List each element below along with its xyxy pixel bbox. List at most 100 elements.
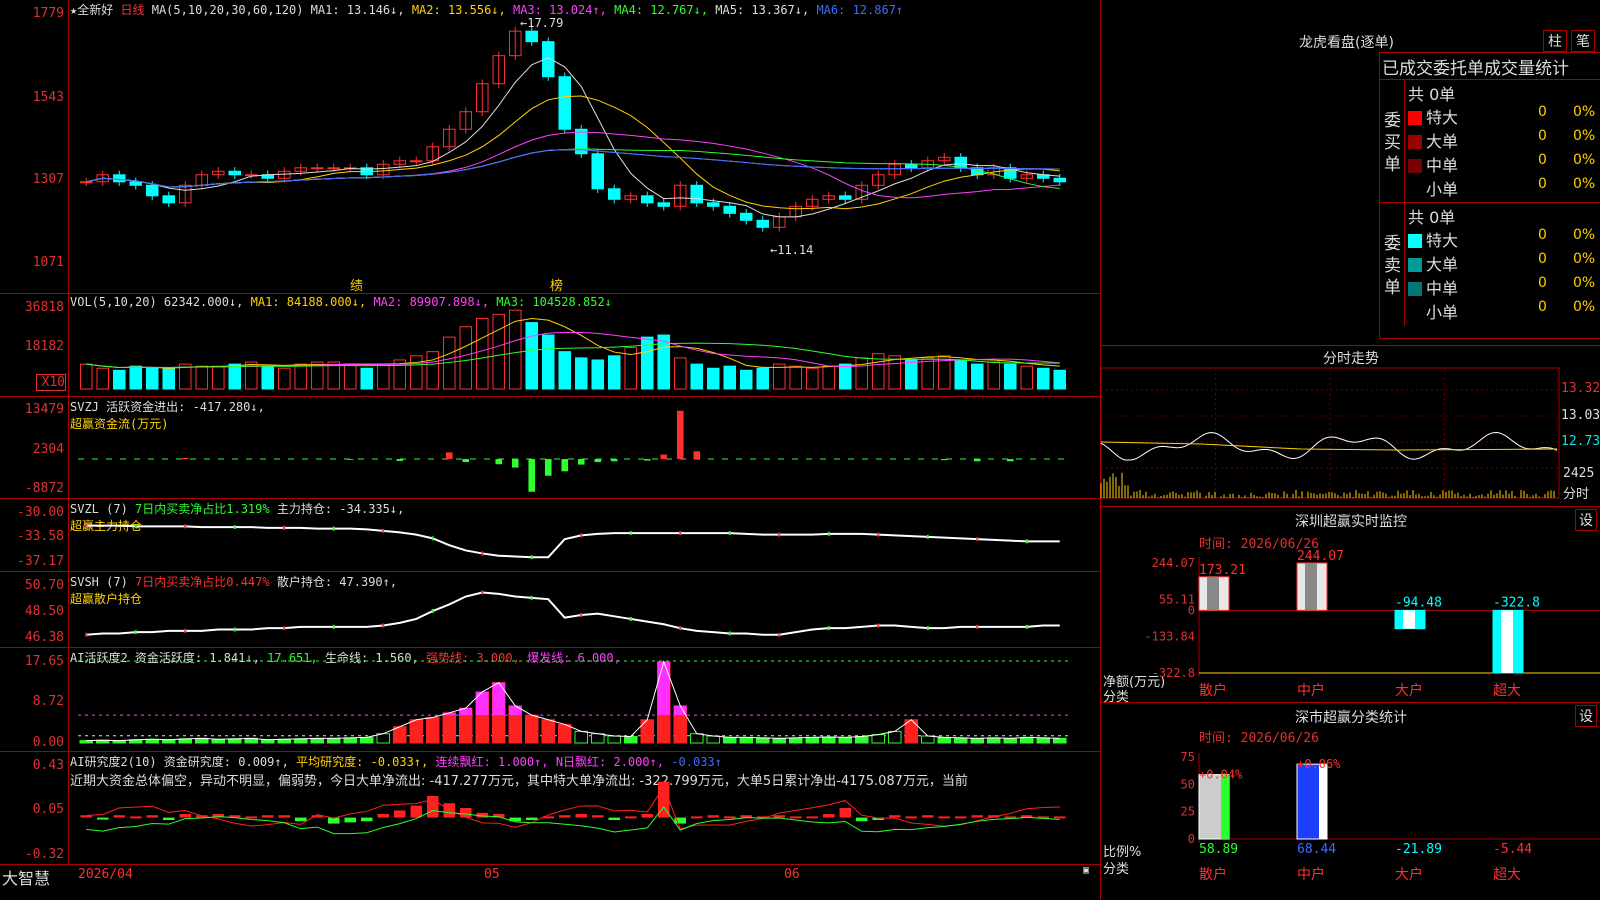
fund-flow-bar	[974, 459, 981, 461]
monitor-bar-inner	[1501, 610, 1513, 673]
volume-bar	[790, 366, 802, 389]
research-bar	[823, 814, 835, 818]
candle-body	[526, 31, 538, 42]
volume-bar	[1054, 370, 1066, 389]
research-bar	[691, 816, 703, 818]
candle-body	[163, 196, 175, 203]
research-bar	[559, 815, 571, 817]
activity-bar	[641, 720, 654, 743]
activity-bar	[740, 737, 753, 743]
fund-flow-bar	[941, 459, 948, 460]
dragon-title: 龙虎看盘(逐单)	[1299, 32, 1394, 52]
research-bar	[1054, 816, 1066, 818]
volume-bar	[1004, 364, 1016, 389]
candle-body	[146, 185, 158, 196]
activity-bar	[1037, 738, 1050, 743]
volume-bar	[674, 358, 686, 389]
research-bar	[278, 815, 290, 817]
order-stats-box: 已成交委托单成交量统计 委买单 共 0单 特大 0 0% 大单 0 0% 中单 0 0% 小单 0 0…	[1379, 52, 1600, 339]
order-count: 0	[1538, 251, 1547, 267]
classify-top-label: +0.04%	[1199, 768, 1243, 782]
research-bar	[839, 808, 851, 818]
activity-bar	[822, 737, 835, 743]
order-row: 小单 0 0%	[1408, 176, 1600, 198]
activity-bar	[954, 738, 967, 743]
candle-body	[229, 171, 241, 175]
order-count: 0	[1538, 176, 1547, 192]
order-pct: 0%	[1573, 128, 1595, 144]
order-pct: 0%	[1573, 176, 1595, 192]
volume-bar	[575, 358, 587, 389]
activity-burst-bar	[476, 692, 489, 715]
order-pct: 0%	[1573, 227, 1595, 243]
volume-panel: 36818 18182 X10 VOL(5,10,20) 62342.000↓,…	[0, 294, 1100, 397]
order-type: 大单	[1426, 255, 1458, 274]
volume-ma-line	[86, 332, 1060, 367]
activity-bar	[971, 738, 984, 743]
classify-bar-accent	[1319, 764, 1327, 839]
volume-bar	[97, 368, 109, 389]
activity-bar	[1020, 737, 1033, 743]
activity-bar	[624, 736, 637, 743]
research-bar	[856, 818, 868, 822]
order-type: 大单	[1426, 132, 1458, 151]
kline-chart	[0, 0, 1100, 293]
volume-bar	[229, 364, 241, 389]
activity-burst-bar	[492, 683, 505, 716]
fund-flow-bar	[611, 459, 618, 461]
candle-body	[113, 175, 125, 182]
order-row: 中单 0 0%	[1408, 275, 1600, 297]
monitor-tick: -133.84	[1144, 629, 1195, 643]
volume-bar	[542, 335, 554, 389]
monitor-category: 超大	[1493, 683, 1521, 699]
candle-body	[905, 164, 917, 168]
volume-bar	[410, 356, 422, 389]
activity-bar	[294, 739, 307, 743]
research-bar	[460, 808, 472, 818]
research-bar	[608, 818, 620, 820]
fund-flow-bar	[693, 451, 700, 459]
order-stats-title: 已成交委托单成交量统计	[1382, 54, 1569, 79]
volume-bar	[526, 323, 538, 389]
order-type: 小单	[1426, 303, 1458, 322]
research-bar	[724, 816, 736, 818]
lock-icon[interactable]: ▣	[1083, 865, 1089, 876]
svsh-chart	[0, 572, 1100, 647]
color-swatch	[1408, 306, 1422, 320]
order-type: 特大	[1426, 231, 1458, 250]
order-count: 0	[1538, 227, 1547, 243]
monitor-bar-inner	[1305, 563, 1317, 610]
order-pct: 0%	[1573, 152, 1595, 168]
activity-bar	[690, 734, 703, 743]
order-pct: 0%	[1573, 275, 1595, 291]
fund-flow-bar	[396, 459, 403, 461]
sell-total: 共 0单	[1408, 204, 1455, 228]
research-bar	[592, 815, 604, 817]
activity-bar	[707, 736, 720, 743]
color-swatch	[1408, 135, 1422, 149]
research-bar	[410, 806, 422, 818]
activity-bar	[393, 727, 406, 743]
classify-bottom-label: -5.44	[1493, 842, 1532, 857]
bar-mode-button[interactable]: 柱	[1543, 30, 1567, 52]
activity-bar	[888, 731, 901, 743]
classify-category: 中户	[1297, 866, 1325, 883]
order-row: 特大 0 0%	[1408, 227, 1600, 249]
fund-flow-bar	[1007, 459, 1014, 461]
ai-research-panel: 0.43 0.05 -0.32 AI研究度2(10) 资金研究度: 0.009↑…	[0, 752, 1100, 865]
research-bar	[526, 818, 538, 820]
tick-mode-button[interactable]: 笔	[1571, 30, 1595, 52]
volume-bar	[1037, 368, 1049, 389]
volume-bar	[113, 370, 125, 389]
monitor-bar-inner	[1207, 577, 1219, 611]
volume-bar	[740, 370, 752, 389]
color-swatch	[1408, 183, 1422, 197]
order-pct: 0%	[1573, 251, 1595, 267]
color-swatch	[1408, 111, 1422, 125]
intra-tick: 13.03	[1561, 408, 1600, 423]
volume-bar	[146, 368, 158, 389]
activity-bar	[921, 736, 934, 743]
fund-flow-bar	[578, 459, 585, 465]
intraday-panel: 分时走势 13.32 13.03 12.73 2425 分时	[1100, 346, 1600, 507]
fund-flow-bar	[561, 459, 568, 471]
